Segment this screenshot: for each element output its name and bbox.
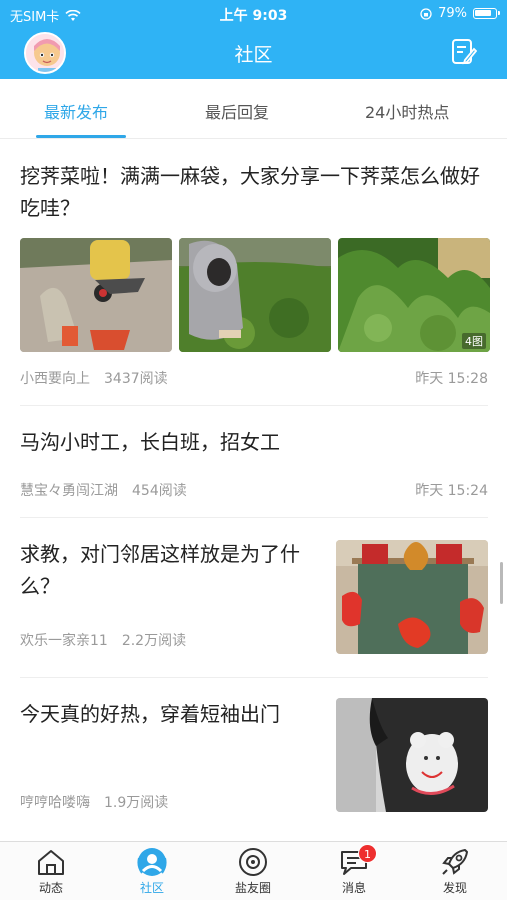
nav-label: 社区: [139, 881, 164, 895]
status-right: 79%: [420, 6, 500, 21]
tab-latest[interactable]: 最新发布: [44, 99, 108, 123]
post-reads: 2.2万阅读: [121, 633, 187, 649]
battery-percent: 79%: [438, 6, 467, 21]
nav-label: 盐友圈: [234, 881, 271, 895]
post-image-graphic: [336, 540, 488, 654]
top-bar: 无SIM卡 上午 9:03 79% 社区: [0, 0, 507, 79]
post-time: 昨天 15:24: [415, 483, 488, 499]
post-title[interactable]: 马沟小时工，长白班，招女工: [20, 426, 488, 458]
post-image[interactable]: [179, 238, 331, 352]
post-reads: 3437阅读: [104, 371, 168, 387]
post-image[interactable]: [336, 698, 488, 812]
post-author[interactable]: 慧宝々勇闯江湖: [20, 483, 118, 499]
tab-last-reply[interactable]: 最后回复: [205, 99, 269, 123]
post-image[interactable]: [20, 238, 172, 352]
post-author[interactable]: 欢乐一家亲11: [20, 633, 108, 649]
nav-label: 消息: [341, 881, 366, 895]
nav-messages[interactable]: 1 消息: [314, 844, 394, 896]
post-reads: 1.9万阅读: [104, 795, 169, 811]
post-reads: 454阅读: [132, 483, 187, 499]
post-title[interactable]: 求教，对门邻居这样放是为了什么？: [20, 538, 320, 602]
rocket-icon: [442, 849, 468, 875]
nav-label: 动态: [38, 881, 63, 895]
battery-icon: [473, 8, 500, 19]
post-image[interactable]: 4图: [338, 238, 490, 352]
post-meta: 哼哼哈喽嗨 1.9万阅读: [20, 792, 168, 812]
circle-icon: [239, 848, 267, 876]
nav-home[interactable]: 动态: [11, 846, 91, 896]
post-image[interactable]: [336, 540, 488, 654]
post-item[interactable]: 马沟小时工，长白班，招女工 慧宝々勇闯江湖 454阅读 昨天 15:24: [20, 406, 488, 518]
tab-underline: [36, 135, 126, 138]
tab-24h-hot[interactable]: 24小时热点: [365, 99, 449, 123]
status-bar: 无SIM卡 上午 9:03 79%: [0, 0, 507, 28]
nav-community[interactable]: 社区: [112, 846, 192, 896]
home-icon: [38, 850, 64, 875]
post-image-graphic: [20, 238, 172, 352]
post-item[interactable]: 今天真的好热，穿着短袖出门 哼哼哈喽嗨 1.9万阅读: [20, 678, 488, 841]
nav-circle[interactable]: 盐友圈: [213, 846, 293, 896]
nav-discover[interactable]: 发现: [415, 846, 495, 896]
bottom-nav: 动态 社区 盐友圈 1 消息 发现: [0, 841, 507, 900]
tab-bar: 最新发布 最后回复 24小时热点: [0, 79, 507, 139]
compose-button[interactable]: [451, 38, 478, 66]
post-meta: 慧宝々勇闯江湖 454阅读: [20, 480, 187, 500]
compose-icon: [452, 39, 478, 65]
post-image-graphic: [179, 238, 331, 352]
post-time: 昨天 15:28: [415, 371, 488, 387]
post-meta: 小西要向上 3437阅读: [20, 368, 168, 388]
orientation-lock-icon: [420, 7, 432, 20]
post-author[interactable]: 小西要向上: [20, 371, 90, 387]
page-title: 社区: [234, 44, 273, 66]
post-title[interactable]: 挖荠菜啦！满满一麻袋，大家分享一下荠菜怎么做好吃哇？: [20, 160, 488, 224]
community-icon: [137, 848, 167, 876]
post-image-graphic: [336, 698, 488, 812]
post-item[interactable]: 求教，对门邻居这样放是为了什么？ 欢乐一家亲11 2.2万阅读: [20, 518, 488, 678]
post-title[interactable]: 今天真的好热，穿着短袖出门: [20, 698, 320, 730]
scrollbar[interactable]: [500, 562, 503, 604]
image-count-badge: 4图: [462, 333, 486, 349]
post-author[interactable]: 哼哼哈喽嗨: [20, 795, 90, 811]
message-badge: 1: [358, 844, 377, 863]
nav-label: 发现: [442, 881, 467, 895]
post-meta: 欢乐一家亲11 2.2万阅读: [20, 630, 186, 650]
post-item[interactable]: 挖荠菜啦！满满一麻袋，大家分享一下荠菜怎么做好吃哇？ 4图 小西要向上 3437…: [20, 140, 490, 406]
